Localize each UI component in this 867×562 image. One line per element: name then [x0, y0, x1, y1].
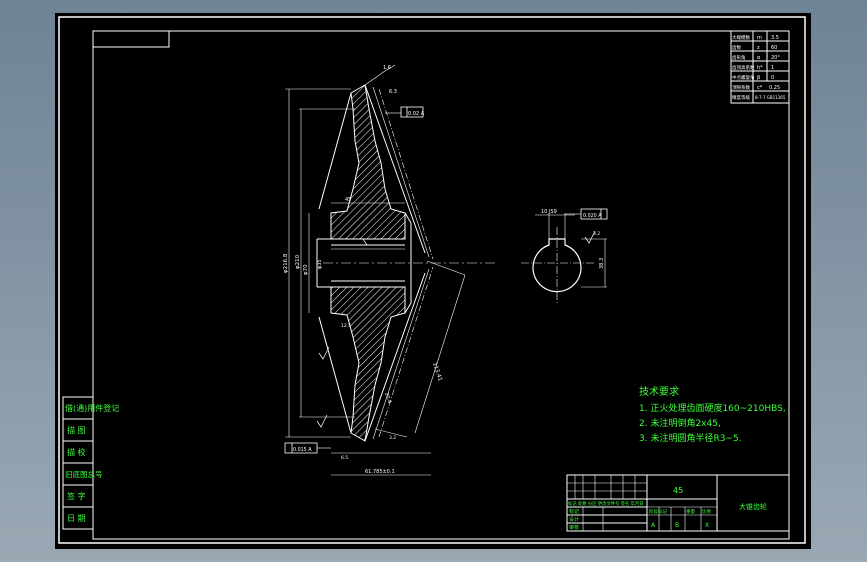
- drawing-frame: [92, 30, 790, 540]
- title-mid-row: 标记 处数 分区 更改文件号 签名 年月日: [568, 500, 644, 507]
- tech-requirement-item: 3. 未注明圆角半径R3~5.: [639, 432, 742, 444]
- drawing-border: [58, 16, 806, 544]
- dim-bore: φ35: [317, 259, 323, 269]
- weight-value: B: [675, 522, 679, 529]
- roughness-symbol: [362, 238, 373, 246]
- param-value: 1: [771, 65, 774, 71]
- param-value: 0.25: [769, 85, 780, 91]
- param-name: 中点螺旋角: [732, 74, 755, 81]
- corner-label-box: [92, 30, 170, 48]
- cad-viewport[interactable]: 借(通)用件登记 描 图 描 校 旧底图总号 签 字 日 期 大端模数 齿数 齿…: [55, 13, 811, 549]
- param-name: 齿数: [732, 44, 741, 51]
- param-symbol: β: [757, 75, 760, 81]
- weight-label: 阶段标记: [649, 508, 667, 515]
- weight-value: X: [705, 522, 709, 529]
- dim-keyway-width: 10 JS9: [541, 209, 557, 215]
- param-value: 60: [771, 45, 777, 51]
- param-name: 齿顶高系数: [732, 64, 755, 71]
- roughness-top: 6.3: [389, 89, 397, 95]
- left-strip-item: 旧底图总号: [65, 469, 103, 479]
- weight-value: A: [651, 522, 656, 529]
- tech-requirements: 技术要求 1. 正火处理齿面硬度160~210HBS, 2. 未注明倒角2x45…: [639, 385, 786, 444]
- dim-hub-length: 45: [345, 197, 351, 203]
- tolerance-top: 0.02 A: [408, 111, 425, 117]
- weight-label: 重量: [686, 508, 695, 515]
- param-value: 3.5: [771, 35, 779, 41]
- dim-hub-diameter: φ70: [303, 264, 309, 275]
- param-symbol: c*: [757, 85, 763, 91]
- dim-angle-top: 1.6: [383, 65, 391, 71]
- gear-section-view: φ216.8 φ210 φ70 φ35 45 1.6 6.3 0.02 A 6.…: [283, 64, 495, 476]
- param-name: 精度等级: [732, 94, 750, 101]
- left-strip-item: 日 期: [67, 514, 86, 523]
- dim-face-width: 20.4: [383, 392, 392, 404]
- param-name: 齿形角: [732, 54, 746, 61]
- param-symbol: z: [757, 45, 760, 51]
- title-row-label: 设计: [569, 516, 579, 523]
- dim-overall-diameter: φ216.8: [283, 253, 289, 273]
- tech-requirement-item: 1. 正火处理齿面硬度160~210HBS,: [639, 402, 786, 414]
- tech-requirements-title: 技术要求: [639, 385, 679, 398]
- section-top: [330, 84, 406, 240]
- drawing-canvas: 借(通)用件登记 描 图 描 校 旧底图总号 签 字 日 期 大端模数 齿数 齿…: [58, 16, 806, 544]
- dim-slant-length: 113.41: [431, 362, 443, 382]
- tolerance-bottom: 0.015 A: [293, 447, 312, 453]
- dim-keyway-depth: 38.3: [599, 258, 605, 269]
- left-strip-item: 签 字: [67, 491, 86, 501]
- dim-width-bottom: 61.785±0.1: [365, 469, 395, 475]
- tolerance-keyway: 0.020 A: [583, 213, 602, 219]
- param-symbol: α: [757, 55, 761, 61]
- left-strip-item: 描 图: [67, 425, 86, 435]
- param-value: 8-7-7 GB11365: [755, 95, 786, 100]
- weight-label: 比例: [702, 508, 711, 515]
- dim-pitch-diameter: φ210: [295, 254, 301, 269]
- param-name: 顶隙系数: [732, 84, 750, 91]
- left-strip-item: 借(通)用件登记: [65, 403, 119, 413]
- keyway-view: 10 JS9 0.020 A 38.3 3.2: [521, 208, 608, 303]
- dim-width-small: 6.5: [341, 455, 348, 461]
- param-value: 20°: [771, 55, 780, 61]
- title-part-name: 大锥齿轮: [739, 502, 767, 511]
- roughness-side: 3.2: [389, 435, 396, 441]
- section-bottom: [330, 286, 406, 442]
- left-strip-item: 描 校: [67, 447, 86, 457]
- param-symbol: m: [757, 35, 762, 41]
- title-row-label: 审核: [569, 524, 579, 531]
- tech-requirement-item: 2. 未注明倒角2x45,: [639, 417, 721, 429]
- params-table: 大端模数 齿数 齿形角 齿顶高系数 中点螺旋角 顶隙系数 精度等级 m z α …: [730, 30, 790, 104]
- param-value: 0: [771, 75, 774, 81]
- roughness-bore: 3.2: [593, 231, 600, 237]
- param-name: 大端模数: [732, 34, 750, 41]
- title-block: 45 大锥齿轮 标记 处数 分区 更改文件号 签名 年月日 标记 设计 审核 阶…: [566, 474, 790, 532]
- title-row-label: 标记: [569, 508, 579, 515]
- left-strip: 借(通)用件登记 描 图 描 校 旧底图总号 签 字 日 期: [62, 396, 119, 530]
- roughness-hub: 12.5: [341, 323, 351, 329]
- param-symbol: h*: [757, 65, 763, 71]
- title-material: 45: [673, 486, 683, 495]
